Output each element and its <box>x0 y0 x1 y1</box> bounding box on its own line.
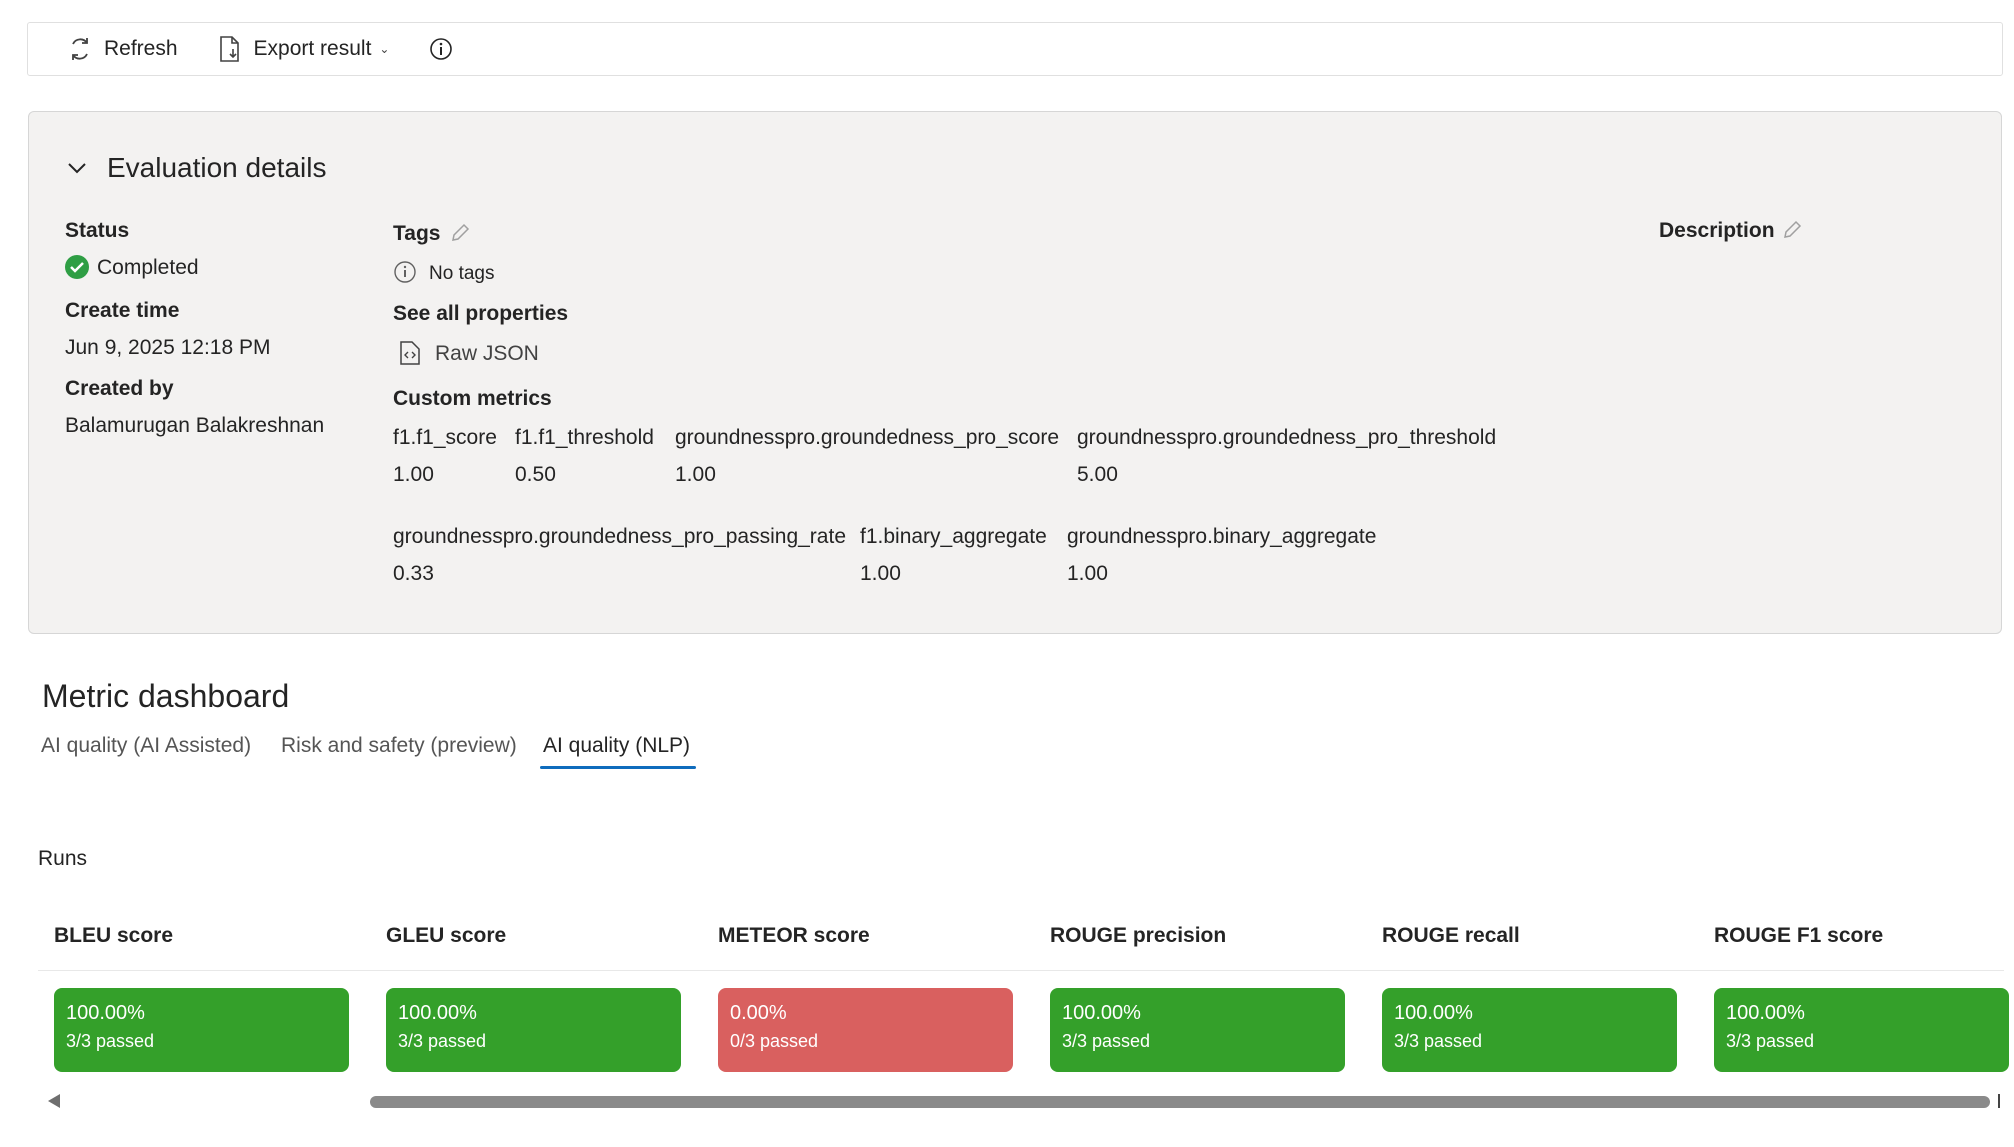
evaluation-details-panel: Evaluation details Status Completed Crea… <box>28 111 2002 634</box>
metric-column-header: ROUGE F1 score <box>1714 924 1884 947</box>
metric-value: 0.33 <box>393 562 434 585</box>
refresh-button[interactable]: Refresh <box>68 36 178 62</box>
info-icon <box>394 261 416 283</box>
metric-name: f1.f1_score <box>393 426 497 449</box>
check-circle-icon <box>65 255 89 279</box>
status-value: Completed <box>97 256 199 279</box>
metric-name: groundnesspro.groundedness_pro_passing_r… <box>393 525 846 548</box>
pass-rate: 100.00% <box>1726 1002 1805 1024</box>
code-document-icon[interactable] <box>399 340 421 366</box>
scrollbar-end <box>1998 1094 2000 1108</box>
metric-value: 5.00 <box>1077 463 1118 486</box>
export-document-icon <box>219 36 239 62</box>
create-time-value: Jun 9, 2025 12:18 PM <box>65 336 271 359</box>
metric-value: 1.00 <box>860 562 901 585</box>
evaluation-details-title: Evaluation details <box>107 152 327 183</box>
pass-rate: 100.00% <box>398 1002 477 1024</box>
info-button[interactable] <box>429 37 465 61</box>
metric-result-card[interactable]: 100.00% 3/3 passed <box>1382 988 1677 1072</box>
metric-column-header: ROUGE recall <box>1382 924 1520 947</box>
tab-ai-quality-nlp[interactable]: AI quality (NLP) <box>543 734 690 758</box>
create-time-label: Create time <box>65 299 180 322</box>
tags-label: Tags <box>393 222 441 245</box>
metric-result-card[interactable]: 100.00% 3/3 passed <box>1714 988 2009 1072</box>
passed-count: 3/3 passed <box>66 1031 155 1051</box>
chevron-down-icon[interactable] <box>67 161 87 175</box>
metric-name: groundnesspro.groundedness_pro_score <box>675 426 1060 449</box>
passed-count: 0/3 passed <box>730 1031 819 1051</box>
tab-ai-quality-ai-assisted[interactable]: AI quality (AI Assisted) <box>41 734 251 758</box>
scrollbar-thumb[interactable] <box>370 1096 1990 1108</box>
metric-name: groundnesspro.groundedness_pro_threshold <box>1077 426 1497 449</box>
metric-name: f1.binary_aggregate <box>860 525 1047 548</box>
metric-result-card[interactable]: 100.00% 3/3 passed <box>54 988 349 1072</box>
metric-value: 0.50 <box>515 463 556 486</box>
chevron-down-icon: ⌄ <box>379 42 390 56</box>
scroll-left-icon[interactable] <box>48 1094 60 1108</box>
metric-dashboard-title: Metric dashboard <box>42 678 290 714</box>
runs-label: Runs <box>38 847 88 870</box>
metric-column-header: GLEU score <box>386 924 507 947</box>
command-bar: Refresh Export result ⌄ <box>27 22 2003 76</box>
refresh-icon <box>72 38 88 60</box>
passed-count: 3/3 passed <box>398 1031 487 1051</box>
info-icon <box>430 38 453 60</box>
edit-description-icon[interactable] <box>1781 219 1803 241</box>
created-by-label: Created by <box>65 377 174 400</box>
metric-value: 1.00 <box>393 463 434 486</box>
export-result-button[interactable]: Export result ⌄ <box>218 35 390 63</box>
refresh-label: Refresh <box>104 37 178 60</box>
metric-name: groundnesspro.binary_aggregate <box>1067 525 1377 548</box>
passed-count: 3/3 passed <box>1394 1031 1483 1051</box>
pass-rate: 100.00% <box>66 1002 145 1024</box>
created-by-value: Balamurugan Balakreshnan <box>65 414 325 437</box>
no-tags-text: No tags <box>429 263 495 284</box>
edit-tags-icon[interactable] <box>449 222 471 244</box>
metric-result-card[interactable]: 100.00% 3/3 passed <box>1050 988 1345 1072</box>
export-result-label: Export result <box>253 37 372 60</box>
evaluation-details-header[interactable]: Evaluation details <box>67 152 326 184</box>
pass-rate: 0.00% <box>730 1002 787 1024</box>
tab-risk-and-safety[interactable]: Risk and safety (preview) <box>281 734 517 758</box>
description-label: Description <box>1659 219 1775 242</box>
metric-result-card[interactable]: 0.00% 0/3 passed <box>718 988 1013 1072</box>
passed-count: 3/3 passed <box>1062 1031 1151 1051</box>
metric-value: 1.00 <box>675 463 716 486</box>
status-label: Status <box>65 219 130 242</box>
metric-column-header: BLEU score <box>54 924 174 947</box>
custom-metrics-label: Custom metrics <box>393 387 552 410</box>
passed-count: 3/3 passed <box>1726 1031 1815 1051</box>
table-divider <box>38 970 2004 971</box>
metric-column-header: METEOR score <box>718 924 870 947</box>
metric-column-header: ROUGE precision <box>1050 924 1227 947</box>
active-tab-indicator <box>540 766 696 769</box>
metric-result-card[interactable]: 100.00% 3/3 passed <box>386 988 681 1072</box>
see-all-properties-label: See all properties <box>393 302 569 325</box>
raw-json-link[interactable]: Raw JSON <box>435 342 539 366</box>
pass-rate: 100.00% <box>1062 1002 1141 1024</box>
metric-name: f1.f1_threshold <box>515 426 654 449</box>
pass-rate: 100.00% <box>1394 1002 1473 1024</box>
metric-value: 1.00 <box>1067 562 1108 585</box>
